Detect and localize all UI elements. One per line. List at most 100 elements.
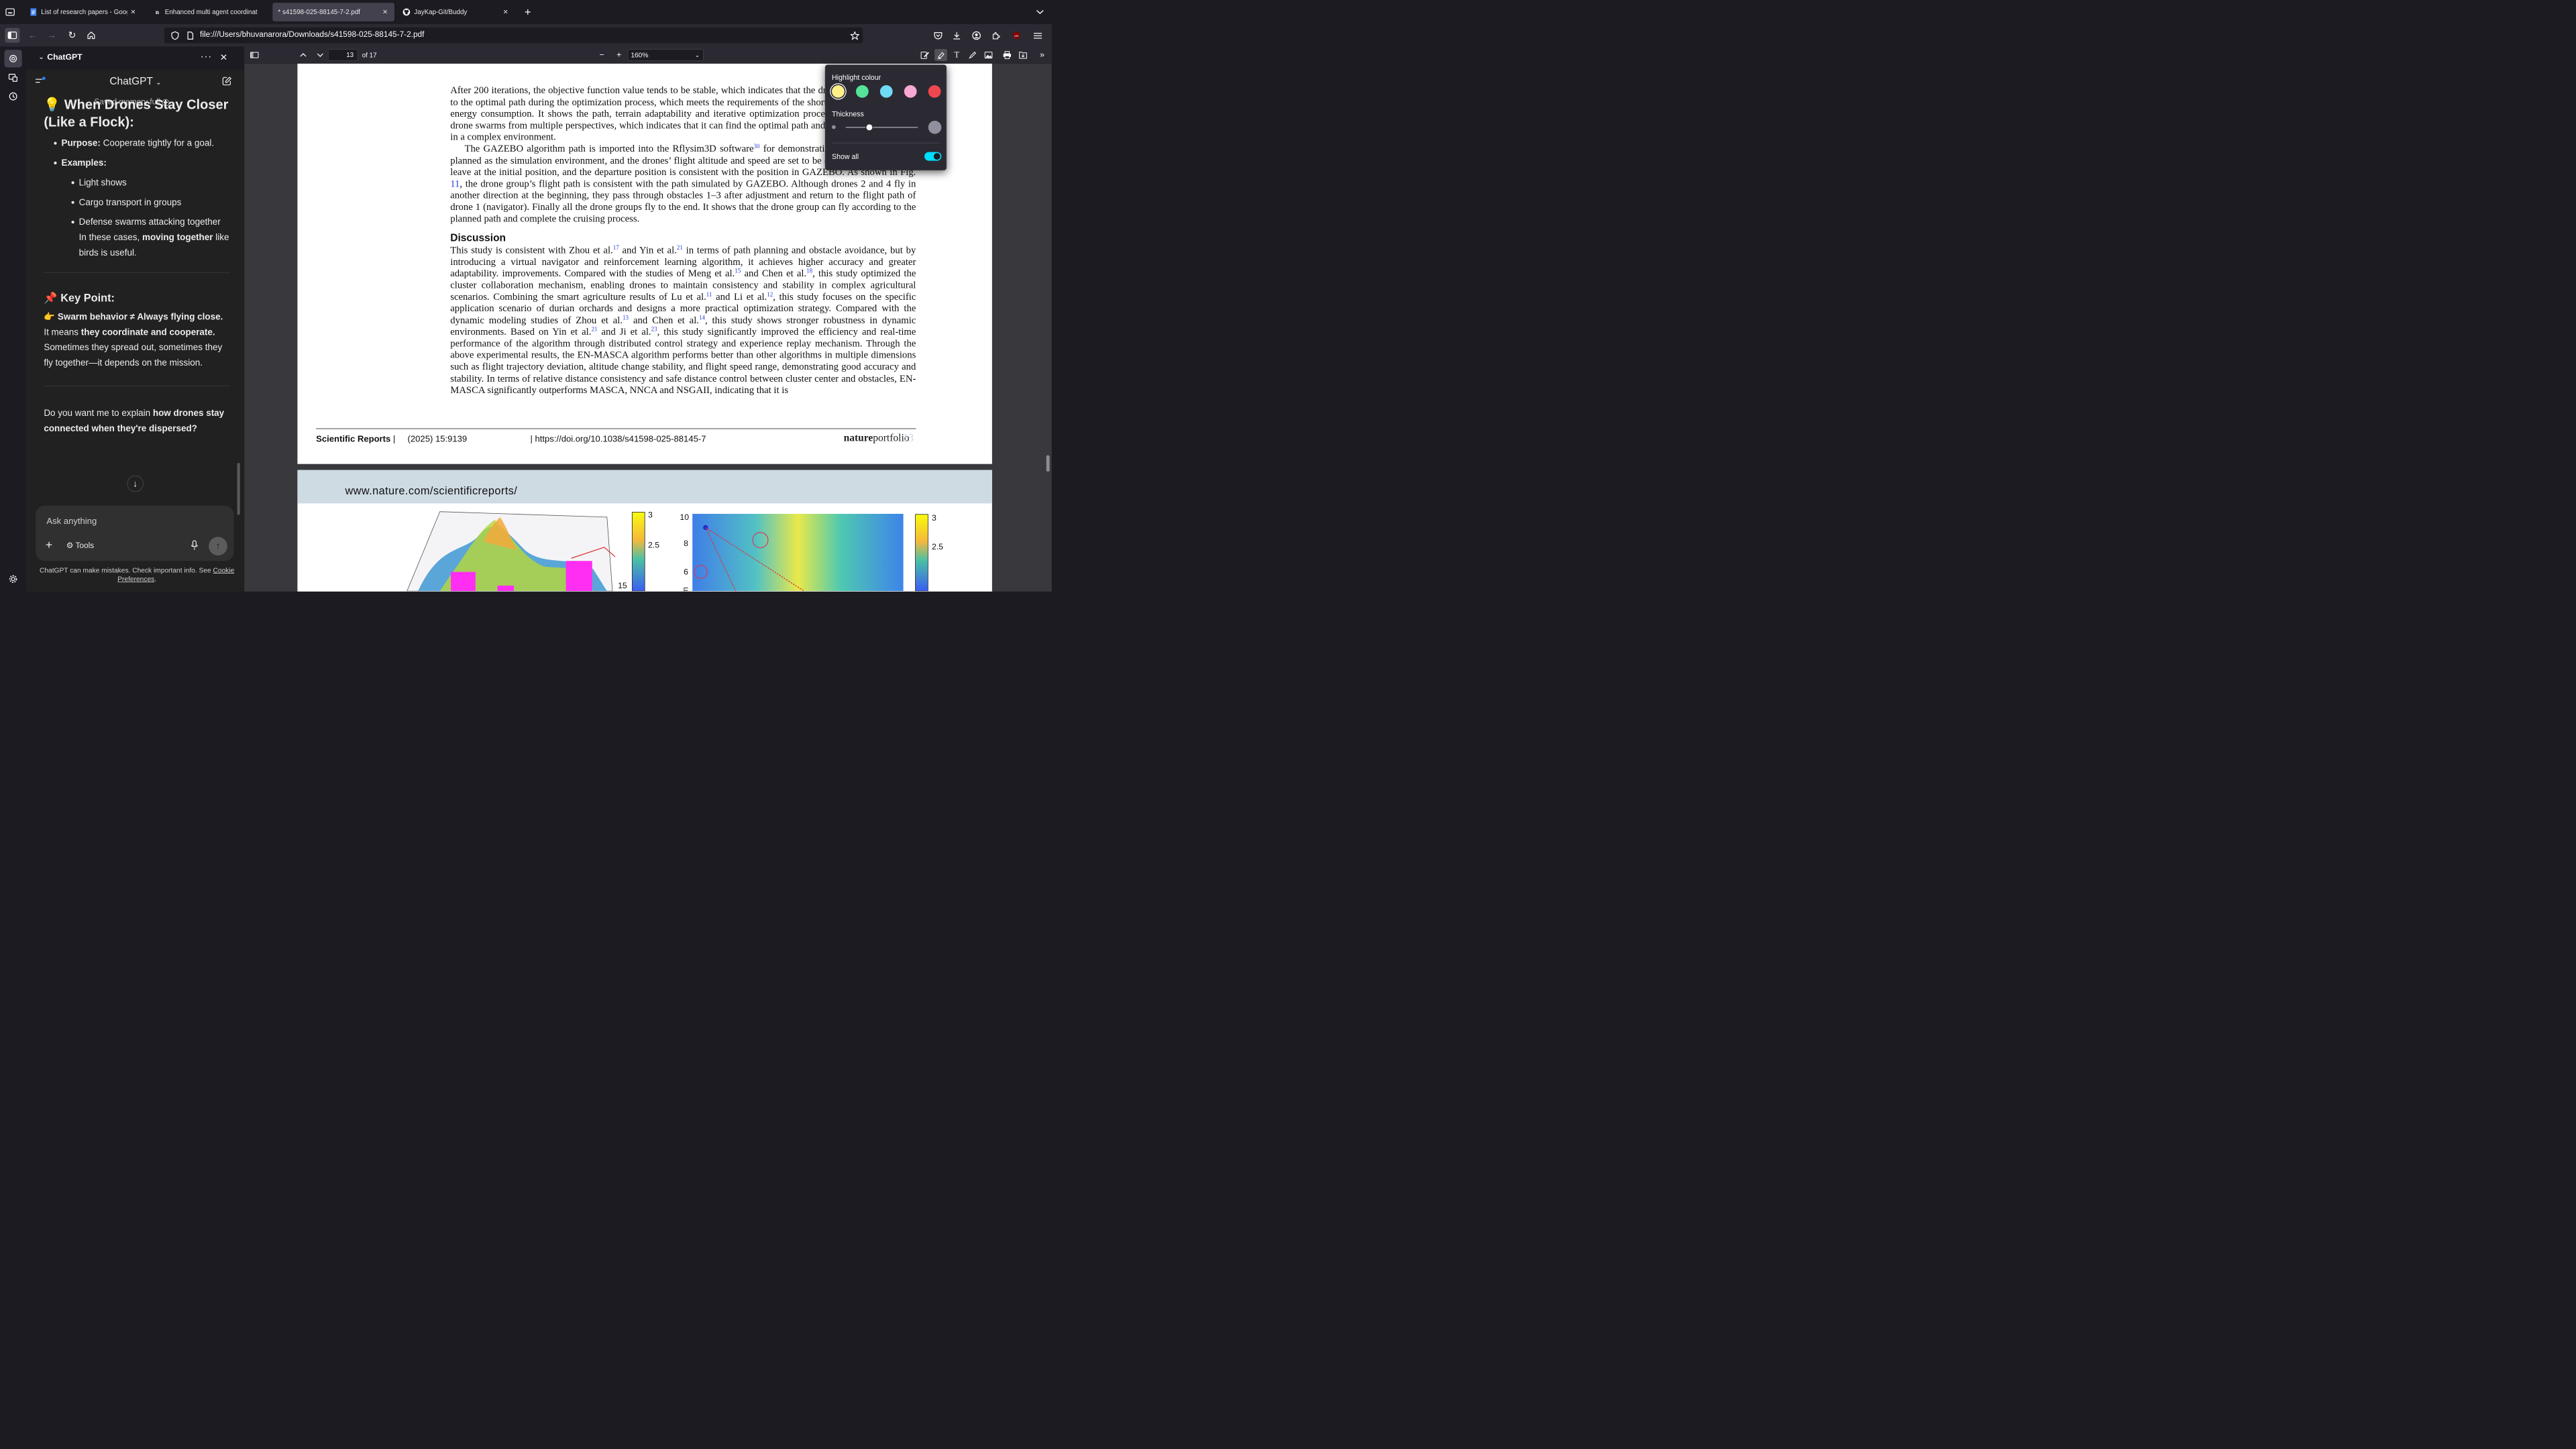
colour-swatch-2[interactable] <box>855 85 869 98</box>
citation-link[interactable]: 21 <box>591 326 597 333</box>
print-icon[interactable] <box>1001 49 1014 61</box>
page-number-input[interactable]: 13 <box>328 49 358 61</box>
citation-link[interactable]: 11 <box>706 290 712 297</box>
colorbar-tick: 2.5 <box>932 542 943 551</box>
citation-link[interactable]: 23 <box>651 326 657 333</box>
account-icon[interactable] <box>969 28 984 43</box>
citation-link[interactable]: 21 <box>677 244 683 251</box>
extensions-icon[interactable] <box>989 28 1004 43</box>
text-run: In these cases, <box>78 231 142 242</box>
toggle-sidebar-icon[interactable] <box>248 49 261 61</box>
prompt-input[interactable]: Ask anything <box>46 516 97 526</box>
pocket-icon[interactable] <box>930 28 945 43</box>
figure-plots: 15 3 2.5 m 10 8 6 3 2.5 <box>407 511 943 592</box>
home-icon[interactable] <box>84 28 99 43</box>
synced-tabs-icon[interactable] <box>5 69 22 87</box>
edit-signature-icon[interactable] <box>918 49 931 61</box>
text-run: and Chen et al. <box>629 314 699 325</box>
customize-sidebar-gear-icon[interactable] <box>5 570 22 588</box>
sidebar-toggle-icon[interactable] <box>5 28 20 43</box>
chatgpt-icon[interactable] <box>4 50 22 68</box>
chevron-down-icon[interactable]: ⌄ <box>38 52 44 61</box>
tab-github-buddy[interactable]: JayKap-Git/Buddy × <box>397 3 515 21</box>
journal-url: www.nature.com/scientificreports/ <box>345 484 518 497</box>
tab-enhanced-multi-agent[interactable]: n Enhanced multi agent coordinat <box>148 3 268 21</box>
zoom-in-icon[interactable]: + <box>612 49 625 61</box>
thickness-slider[interactable] <box>845 127 918 128</box>
list-item: Examples: Light shows Cargo transport in… <box>61 155 230 260</box>
nature-portfolio-logo: natureportfolio <box>844 431 910 443</box>
image-icon[interactable] <box>982 49 995 61</box>
close-tab-icon[interactable]: × <box>129 7 137 17</box>
citation-link[interactable]: 13 <box>623 314 629 321</box>
firefox-view-icon[interactable] <box>3 5 17 19</box>
shield-icon[interactable] <box>168 28 182 43</box>
scroll-down-icon[interactable]: ↓ <box>127 475 144 492</box>
downloads-icon[interactable] <box>949 28 964 43</box>
more-tools-icon[interactable]: » <box>1036 49 1049 61</box>
pdf-toolbar: 13 of 17 − + 160% ⌄ T » <box>244 46 1052 64</box>
chat-scrollbar[interactable] <box>237 463 240 515</box>
obstacle-cylinder <box>451 572 476 592</box>
forward-arrow-icon[interactable]: → <box>44 28 59 43</box>
more-options-icon[interactable]: ··· <box>201 50 212 62</box>
new-chat-icon[interactable] <box>222 76 232 88</box>
bookmark-star-icon[interactable] <box>847 28 862 43</box>
tab-research-papers[interactable]: List of research papers - Googl × <box>24 3 142 21</box>
close-tab-icon[interactable]: × <box>381 7 388 17</box>
colour-swatch-4[interactable] <box>904 85 917 98</box>
zoom-out-icon[interactable]: − <box>596 49 608 61</box>
tools-button[interactable]: ⚙ Tools <box>66 541 94 550</box>
tab-title: List of research papers - Googl <box>41 8 127 16</box>
microphone-icon[interactable] <box>191 540 198 552</box>
close-sidebar-icon[interactable]: × <box>220 50 227 64</box>
highlight-icon[interactable] <box>934 49 947 62</box>
model-selector[interactable]: ChatGPT ⌄ <box>109 76 162 88</box>
text-run: It means <box>44 327 81 337</box>
send-button[interactable]: ↑ <box>209 537 227 556</box>
tab-pdf-active[interactable]: * s41598-025-88145-7-2.pdf × <box>272 3 394 21</box>
app-menu-icon[interactable] <box>1030 28 1045 43</box>
list-all-tabs-icon[interactable] <box>1032 5 1047 19</box>
slider-thumb[interactable] <box>865 123 873 131</box>
text-run: and Li et al. <box>712 290 767 303</box>
citation-link[interactable]: 14 <box>699 314 705 321</box>
citation-link[interactable]: 18 <box>806 268 812 274</box>
tab-strip: List of research papers - Googl × n Enha… <box>0 0 1052 24</box>
draw-icon[interactable] <box>966 49 979 61</box>
back-arrow-icon[interactable]: ← <box>25 28 40 43</box>
obstacle-cylinder <box>497 585 514 592</box>
history-icon[interactable] <box>5 88 22 105</box>
ublock-origin-icon[interactable]: uO <box>1009 28 1024 43</box>
cases-text: In these cases, moving together like bir… <box>79 229 230 260</box>
citation-link[interactable]: 15 <box>735 268 741 274</box>
plus-icon[interactable]: + <box>46 539 52 551</box>
previous-page-icon[interactable] <box>297 49 310 61</box>
zoom-value: 160% <box>631 51 649 59</box>
save-icon[interactable] <box>1017 49 1030 61</box>
reload-icon[interactable]: ↻ <box>64 28 79 43</box>
citation-link[interactable]: 30 <box>754 143 760 150</box>
footer-doi[interactable]: | https://doi.org/10.1038/s41598-025-881… <box>530 434 706 444</box>
colour-swatch-3[interactable] <box>879 85 893 98</box>
pdf-scrollbar[interactable] <box>1046 455 1050 472</box>
text-tool-icon[interactable]: T <box>951 49 963 61</box>
close-tab-icon[interactable]: × <box>502 7 509 17</box>
citation-link[interactable]: 17 <box>613 244 619 251</box>
show-all-toggle[interactable] <box>924 152 942 161</box>
tab-title: JayKap-Git/Buddy <box>414 8 468 16</box>
list-item: Purpose: Cooperate tightly for a goal. <box>61 136 230 151</box>
colour-swatch-1[interactable] <box>832 85 845 98</box>
page-info-icon[interactable] <box>183 28 198 43</box>
y-tick-label: 8 <box>684 539 688 548</box>
y-tick-label: 10 <box>680 513 689 522</box>
browser-window: List of research papers - Googl × n Enha… <box>0 0 1052 592</box>
new-tab-icon[interactable]: + <box>521 5 535 19</box>
chat-menu-icon[interactable] <box>35 76 46 87</box>
figure-link[interactable]: 11 <box>450 178 460 189</box>
citation-link[interactable]: 12 <box>767 290 773 297</box>
colour-swatch-5[interactable] <box>928 85 941 98</box>
list-item: Defense swarms attacking together <box>79 214 230 229</box>
next-page-icon[interactable] <box>314 49 327 61</box>
zoom-select[interactable]: 160% ⌄ <box>627 49 704 61</box>
